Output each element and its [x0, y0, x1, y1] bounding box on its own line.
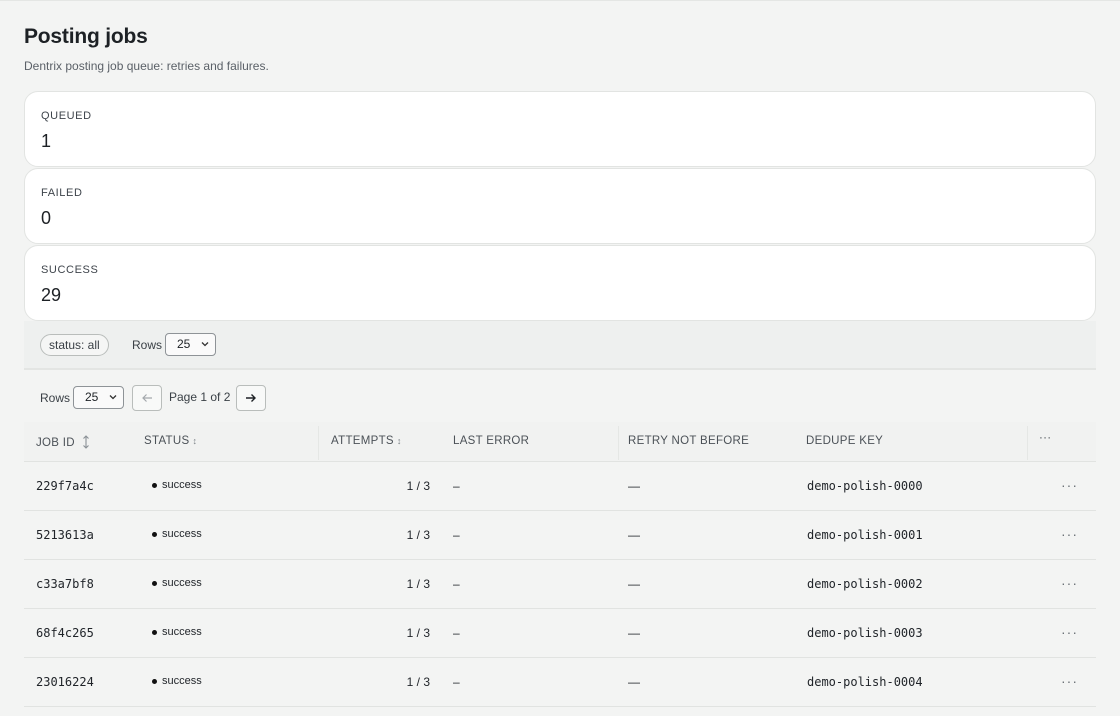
sort-icon	[83, 435, 90, 449]
column-divider	[1027, 426, 1028, 460]
rows-select[interactable]: 25	[165, 333, 216, 356]
pagination-bar: Rows 25 Page 1 of 2	[24, 372, 1096, 424]
retry-not-before-cell: —	[628, 675, 640, 689]
status-cell: success	[152, 675, 202, 687]
status-dot-icon	[152, 580, 157, 586]
last-error-cell: –	[453, 675, 460, 689]
rows-select-value: 25	[177, 337, 191, 351]
dedupe-key-cell: demo-polish-0001	[807, 528, 923, 542]
stat-value: 0	[41, 208, 52, 228]
column-header-label: ATTEMPTS	[331, 435, 394, 447]
job-id-cell: 23016224	[36, 675, 94, 689]
status-dot-icon	[152, 531, 157, 537]
column-header-job-id[interactable]: JOB ID	[36, 435, 90, 449]
column-header-status[interactable]: STATUS ↕	[144, 435, 197, 447]
previous-page-button[interactable]	[132, 385, 162, 411]
row-actions-button[interactable]: ···	[1061, 673, 1078, 689]
job-id-cell: 68f4c265	[36, 626, 94, 640]
status-text: success	[162, 528, 202, 540]
row-actions-button[interactable]: ···	[1061, 477, 1078, 493]
last-error-cell: –	[453, 528, 460, 542]
jobs-table: JOB ID STATUS ↕ ATTEMPTS ↕ LAST ERROR RETR…	[24, 422, 1096, 707]
page-title: Posting jobs	[24, 25, 148, 48]
table-row[interactable]: 5213613a success 1 / 3 – — demo-polish-0…	[24, 511, 1096, 560]
column-header-attempts[interactable]: ATTEMPTS ↕	[331, 435, 402, 447]
stat-label: QUEUED	[41, 110, 92, 122]
row-actions-button[interactable]: ···	[1061, 624, 1078, 640]
retry-not-before-cell: —	[628, 479, 640, 493]
arrow-left-icon	[142, 394, 152, 402]
column-divider	[618, 426, 619, 460]
job-id-cell: 229f7a4c	[36, 479, 94, 493]
page-subtitle: Dentrix posting job queue: retries and f…	[24, 59, 269, 73]
rows-label: Rows	[40, 391, 71, 405]
attempts-cell: 1 / 3	[406, 626, 430, 640]
dedupe-key-cell: demo-polish-0000	[807, 479, 923, 493]
dedupe-key-cell: demo-polish-0004	[807, 675, 923, 689]
retry-not-before-cell: —	[628, 577, 640, 591]
arrow-right-icon	[246, 394, 256, 402]
column-divider	[318, 426, 319, 460]
column-header-label: STATUS	[144, 435, 190, 447]
stat-card-failed: FAILED 0	[24, 168, 1096, 244]
retry-not-before-cell: —	[628, 626, 640, 640]
stat-card-queued: QUEUED 1	[24, 91, 1096, 167]
stat-value: 29	[41, 285, 62, 305]
stat-value: 1	[41, 131, 52, 151]
stat-card-success: SUCCESS 29	[24, 245, 1096, 321]
sort-icon: ↕	[396, 436, 402, 446]
sort-icon: ↕	[192, 436, 198, 446]
column-header-label: JOB ID	[36, 437, 75, 449]
rows-select-value: 25	[85, 390, 99, 404]
status-text: success	[162, 479, 202, 491]
dedupe-key-cell: demo-polish-0002	[807, 577, 923, 591]
row-actions-button[interactable]: ···	[1061, 575, 1078, 591]
table-header: JOB ID STATUS ↕ ATTEMPTS ↕ LAST ERROR RETR…	[24, 422, 1096, 462]
attempts-cell: 1 / 3	[406, 577, 430, 591]
table-row[interactable]: c33a7bf8 success 1 / 3 – — demo-polish-0…	[24, 560, 1096, 609]
page-indicator: Page 1 of 2	[169, 390, 231, 404]
table-row[interactable]: 229f7a4c success 1 / 3 – — demo-polish-0…	[24, 462, 1096, 511]
filter-bar: status: all Rows 25	[24, 321, 1096, 370]
status-cell: success	[152, 577, 202, 589]
job-id-cell: 5213613a	[36, 528, 94, 542]
stat-label: FAILED	[41, 187, 83, 199]
next-page-button[interactable]	[236, 385, 266, 411]
retry-not-before-cell: —	[628, 528, 640, 542]
job-id-cell: c33a7bf8	[36, 577, 94, 591]
column-options-icon[interactable]: ···	[1039, 432, 1051, 444]
status-cell: success	[152, 626, 202, 638]
status-dot-icon	[152, 482, 157, 488]
column-header-last-error: LAST ERROR	[453, 435, 530, 447]
last-error-cell: –	[453, 479, 460, 493]
attempts-cell: 1 / 3	[406, 675, 430, 689]
status-cell: success	[152, 528, 202, 540]
attempts-cell: 1 / 3	[406, 479, 430, 493]
last-error-cell: –	[453, 577, 460, 591]
column-header-dedupe-key: DEDUPE KEY	[806, 435, 884, 447]
last-error-cell: –	[453, 626, 460, 640]
column-header-retry-not-before: RETRY NOT BEFORE	[628, 435, 750, 447]
status-dot-icon	[152, 629, 157, 635]
status-filter-chip[interactable]: status: all	[40, 334, 109, 356]
table-row[interactable]: 23016224 success 1 / 3 – — demo-polish-0…	[24, 658, 1096, 707]
stat-label: SUCCESS	[41, 264, 99, 276]
table-row[interactable]: 68f4c265 success 1 / 3 – — demo-polish-0…	[24, 609, 1096, 658]
attempts-cell: 1 / 3	[406, 528, 430, 542]
row-actions-button[interactable]: ···	[1061, 526, 1078, 542]
rows-label: Rows	[132, 338, 163, 352]
chevron-down-icon	[201, 342, 209, 347]
chevron-down-icon	[109, 395, 117, 400]
dedupe-key-cell: demo-polish-0003	[807, 626, 923, 640]
status-text: success	[162, 626, 202, 638]
status-text: success	[162, 577, 202, 589]
rows-per-page-select[interactable]: 25	[73, 386, 124, 409]
status-dot-icon	[152, 678, 157, 684]
status-text: success	[162, 675, 202, 687]
status-cell: success	[152, 479, 202, 491]
